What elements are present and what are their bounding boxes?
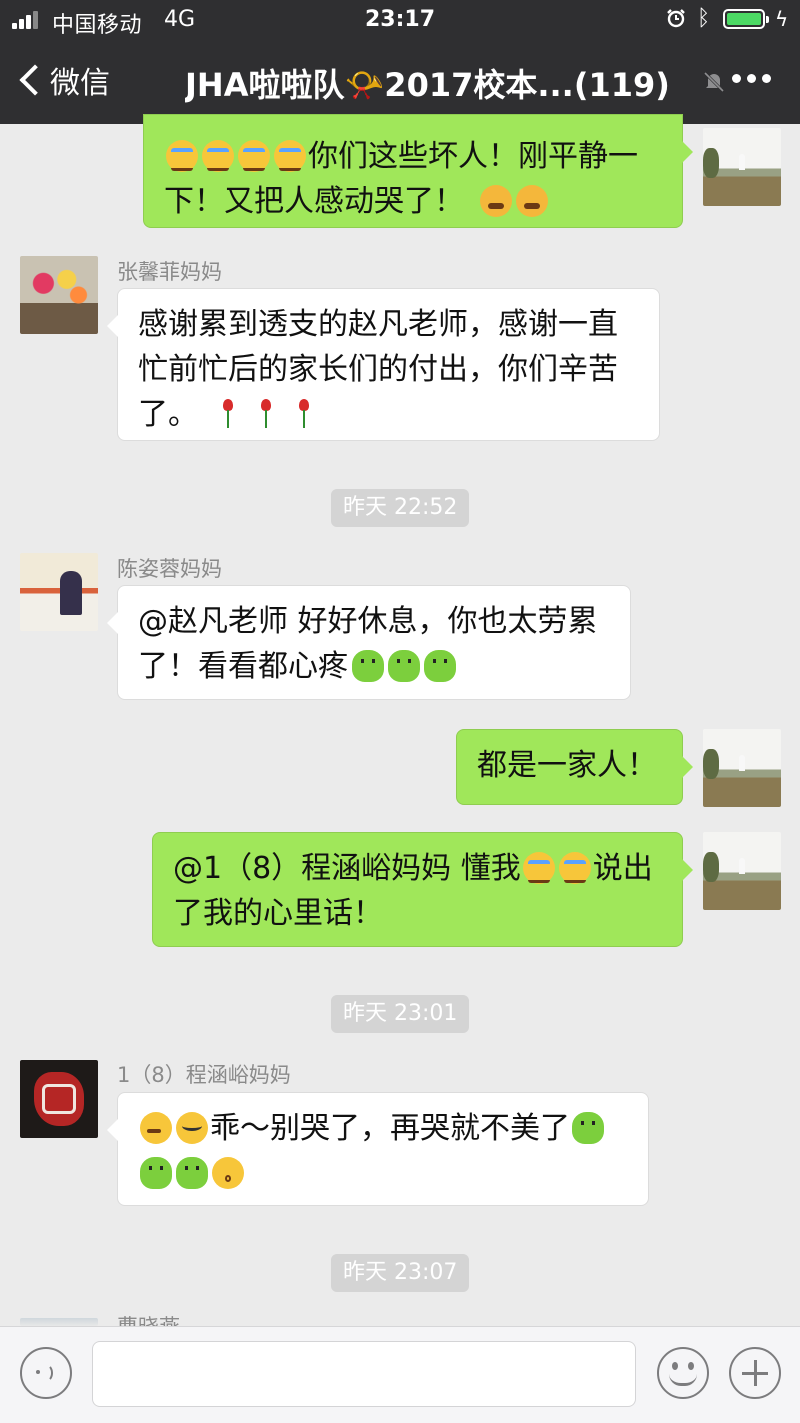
message-line: @赵凡老师 好好休息，你也太劳累 (138, 604, 598, 639)
back-chevron-icon (19, 64, 51, 96)
sender-name: 陈姿蓉妈妈 (117, 557, 222, 581)
message-input[interactable] (92, 1341, 636, 1407)
message-text: 你们这些坏人！刚平静一 (308, 139, 638, 174)
crying-emoji-icon (522, 852, 555, 884)
frog-emoji-icon (424, 650, 456, 682)
rose-emoji-icon (294, 398, 314, 430)
message-line: 你们这些坏人！刚平静一 (164, 134, 662, 179)
chat-bubble-self[interactable]: @1（8）程涵峪妈妈 懂我 说出 了我的心里话！ (152, 832, 693, 947)
input-bar (0, 1326, 800, 1423)
status-bar: 中国移动 4G 23:17 ᛒ ϟ (0, 0, 800, 40)
angry-emoji-icon (516, 185, 548, 217)
message-text: 了！看看都心疼 (138, 649, 348, 684)
message-line: 了我的心里话！ (173, 896, 383, 931)
my-avatar[interactable] (703, 832, 781, 910)
message-line: 下！又把人感动哭了！ (164, 179, 662, 224)
frog-emoji-icon (388, 650, 420, 682)
bluetooth-icon: ᛒ (697, 6, 711, 31)
message-line: 了！看看都心疼 (138, 644, 610, 689)
message-line: 忙前忙后的家长们的付出，你们辛苦 (138, 352, 618, 387)
sender-avatar[interactable] (20, 1060, 98, 1138)
message-line: 乖～别哭了，再哭就不美了 (138, 1106, 628, 1151)
mute-icon (703, 71, 725, 93)
smirk-emoji-icon (176, 1112, 208, 1144)
sender-name: 张馨菲妈妈 (117, 260, 222, 284)
message-text: 乖～别哭了，再哭就不美了 (210, 1111, 570, 1146)
sender-avatar[interactable] (20, 1318, 98, 1326)
angry-emoji-icon (480, 185, 512, 217)
message-text: 了。 (138, 397, 198, 432)
alarm-icon (667, 9, 685, 28)
more-icon[interactable] (732, 74, 771, 83)
my-avatar[interactable] (703, 729, 781, 807)
message-line: 了。 (138, 392, 639, 437)
frog-emoji-icon (176, 1157, 208, 1189)
thinking-emoji-icon (140, 1112, 172, 1144)
chat-bubble-self[interactable]: 你们这些坏人！刚平静一 下！又把人感动哭了！ (143, 114, 693, 228)
my-avatar[interactable] (703, 128, 781, 206)
timestamp: 昨天 23:07 (331, 1254, 470, 1292)
rose-emoji-icon (218, 398, 238, 430)
voice-icon[interactable] (20, 1347, 72, 1399)
kiss-emoji-icon (212, 1157, 244, 1189)
chat-bubble-self[interactable]: 都是一家人！ (456, 729, 693, 805)
chat-bubble-other[interactable]: @赵凡老师 好好休息，你也太劳累 了！看看都心疼 (107, 585, 631, 700)
crying-emoji-icon (558, 852, 591, 884)
message-line (138, 1151, 628, 1196)
chat-title: JHA啦啦队📯2017校本...(119) (185, 66, 670, 104)
frog-emoji-icon (352, 650, 384, 682)
top-bar: 中国移动 4G 23:17 ᛒ ϟ 微信 JHA啦啦队📯2017校本...(11… (0, 0, 800, 124)
charging-icon: ϟ (775, 7, 789, 31)
sender-name: 曹晓燕 (117, 1314, 180, 1326)
sender-avatar[interactable] (20, 553, 98, 631)
message-line: 感谢累到透支的赵凡老师，感谢一直 (138, 307, 618, 342)
crying-emoji-icon (274, 140, 306, 172)
message-text: 说出 (592, 851, 653, 886)
crying-emoji-icon (166, 140, 198, 172)
message-text: @1（8）程涵峪妈妈 懂我 (173, 851, 521, 886)
plus-icon[interactable] (729, 1347, 781, 1399)
sender-name: 1（8）程涵峪妈妈 (117, 1063, 291, 1087)
emoji-icon[interactable] (657, 1347, 709, 1399)
message-line: 都是一家人！ (477, 748, 657, 783)
sender-avatar[interactable] (20, 256, 98, 334)
frog-emoji-icon (140, 1157, 172, 1189)
message-line: @1（8）程涵峪妈妈 懂我 说出 (173, 846, 662, 891)
crying-emoji-icon (238, 140, 270, 172)
timestamp: 昨天 22:52 (331, 489, 470, 527)
battery-icon (723, 9, 769, 29)
back-label: 微信 (50, 66, 110, 101)
chat-header: 微信 JHA啦啦队📯2017校本...(119) (0, 40, 800, 124)
back-button[interactable]: 微信 (14, 58, 110, 102)
rose-emoji-icon (256, 398, 276, 430)
timestamp: 昨天 23:01 (331, 995, 470, 1033)
chat-bubble-other[interactable]: 感谢累到透支的赵凡老师，感谢一直 忙前忙后的家长们的付出，你们辛苦 了。 (107, 288, 660, 441)
frog-emoji-icon (572, 1112, 604, 1144)
chat-bubble-other[interactable]: 乖～别哭了，再哭就不美了 (107, 1092, 649, 1206)
crying-emoji-icon (202, 140, 234, 172)
message-text: 下！又把人感动哭了！ (164, 184, 464, 219)
